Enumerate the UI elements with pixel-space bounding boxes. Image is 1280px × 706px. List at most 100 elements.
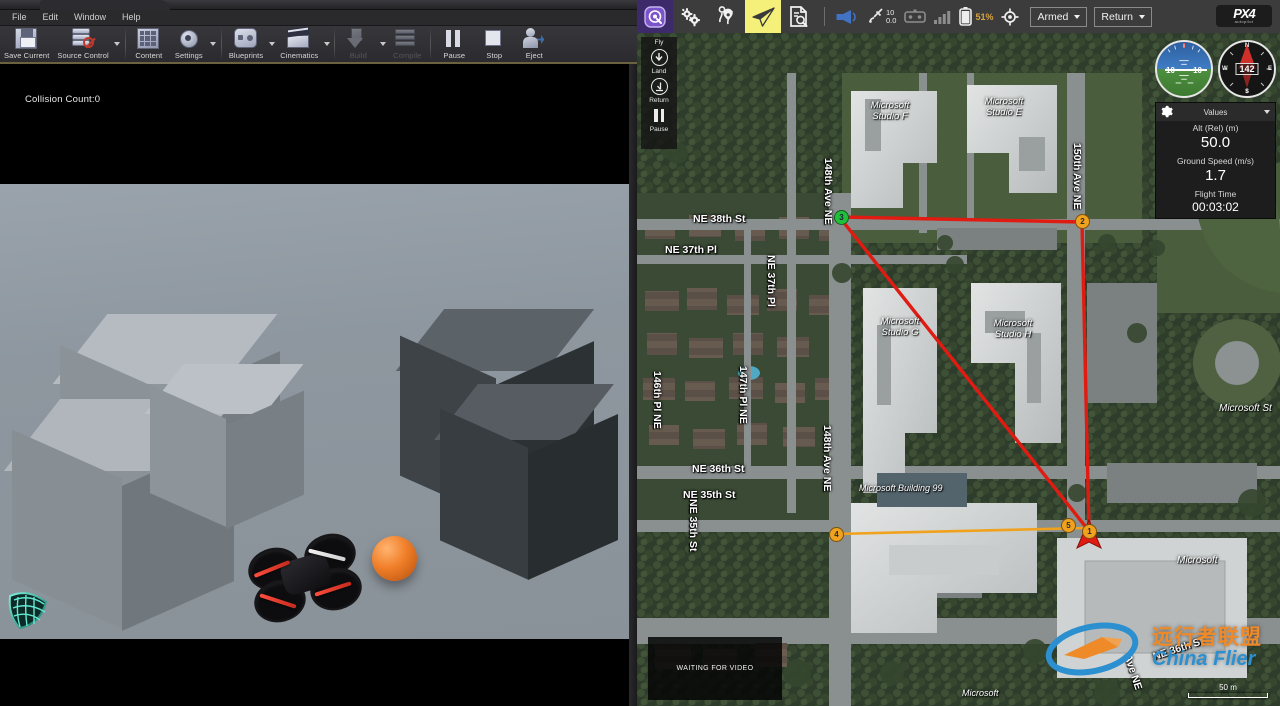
toolbar-divider <box>430 28 432 60</box>
armed-state-value: Armed <box>1037 10 1069 23</box>
gear-icon[interactable] <box>1160 105 1173 118</box>
waypoint-marker-3[interactable]: 3 <box>834 210 849 225</box>
telemetry-signal-icon <box>934 11 951 24</box>
blueprints-chevron-down-icon[interactable] <box>267 26 276 62</box>
compass-heading-indicator[interactable]: 142 N S W E <box>1218 40 1276 98</box>
map-canvas[interactable]: 3 2 4 5 1 NE 38th St NE 37th Pl NE 37th … <box>637 33 1280 706</box>
waypoint-marker-5[interactable]: 5 <box>1061 518 1076 533</box>
toolbar-label: Save Current <box>4 51 50 60</box>
source-control-icon <box>71 28 95 50</box>
menu-help[interactable]: Help <box>114 10 149 25</box>
toolbar-pause[interactable]: Pause <box>434 26 474 62</box>
rc-indicator[interactable] <box>900 0 930 33</box>
poi-text: Microsoft Studio F <box>870 100 910 122</box>
poi-label: Microsoft <box>1177 555 1218 566</box>
scale-ruler <box>1188 693 1268 698</box>
toolbar-compile[interactable]: Compile <box>387 26 427 62</box>
value-number: 50.0 <box>1200 134 1231 151</box>
settings-chevron-down-icon[interactable] <box>209 26 218 62</box>
screenshot-root: File Edit Window Help Save Current Sourc… <box>0 0 1280 706</box>
menu-file[interactable]: File <box>4 10 35 25</box>
telemetry-indicator[interactable] <box>930 0 955 33</box>
toolbar-label: Build <box>349 51 367 60</box>
px4-logo: PX4 autopilot <box>1216 5 1272 27</box>
message-indicator[interactable] <box>832 0 862 33</box>
values-panel-header[interactable]: Values <box>1156 103 1275 121</box>
compass-north-label: N <box>1244 43 1250 49</box>
toolbar-save-current[interactable]: Save Current <box>0 26 53 62</box>
value-number: 1.7 <box>1205 167 1226 184</box>
settings-gears-icon[interactable] <box>673 0 709 33</box>
waypoint-id: 5 <box>1066 521 1071 530</box>
battery-indicator[interactable]: 51% <box>955 0 997 33</box>
unreal-game-viewport[interactable]: Collision Count:0 <box>0 64 637 706</box>
flight-mode-selector[interactable]: Return <box>1094 6 1152 27</box>
px4-logo-primary: PX4 <box>1233 6 1256 21</box>
source-control-chevron-down-icon[interactable] <box>113 26 122 62</box>
toolbar-label: Content <box>135 51 163 60</box>
poi-text: Microsoft Studio H <box>993 318 1033 340</box>
waypoint-marker-1[interactable]: 1 <box>1082 524 1097 539</box>
build-chevron-down-icon[interactable] <box>378 26 387 62</box>
toolbar-label: Pause <box>443 51 466 60</box>
map-scale-bar: 50 m <box>1188 683 1268 698</box>
toolbar-source-control[interactable]: Source Control <box>53 26 112 62</box>
toolbar-label: Source Control <box>57 51 109 60</box>
fly-down-arrow-icon[interactable] <box>649 47 669 67</box>
toolbar-blueprints[interactable]: Blueprints <box>225 26 267 62</box>
video-widget[interactable]: WAITING FOR VIDEO <box>648 637 782 700</box>
qgc-app-menu-icon[interactable] <box>637 0 673 33</box>
poi-text: Microsoft Studio E <box>984 96 1024 118</box>
chevron-down-icon[interactable] <box>1264 110 1270 114</box>
cinematics-chevron-down-icon[interactable] <box>322 26 331 62</box>
poi-text: Microsoft Studio G <box>880 316 920 338</box>
waypoint-marker-2[interactable]: 2 <box>1075 214 1090 229</box>
waypoint-marker-4[interactable]: 4 <box>829 527 844 542</box>
stop-icon <box>482 28 506 50</box>
toolbar-eject[interactable]: Eject <box>514 26 554 62</box>
battery-percent: 51% <box>975 11 994 22</box>
waypoint-id: 4 <box>834 530 839 539</box>
quadrotor-drone <box>243 528 368 628</box>
menu-edit[interactable]: Edit <box>35 10 67 25</box>
analyze-document-icon[interactable] <box>781 0 817 33</box>
toolbar-cinematics[interactable]: Cinematics <box>276 26 322 62</box>
armed-state-selector[interactable]: Armed <box>1030 6 1088 27</box>
toolbar-divider <box>220 28 222 60</box>
battery-icon <box>959 7 973 26</box>
plan-waypoints-icon[interactable] <box>709 0 745 33</box>
build-icon <box>346 28 370 50</box>
settings-gear-icon <box>177 28 201 50</box>
attitude-indicator[interactable]: 10 10 <box>1155 40 1213 98</box>
land-arrow-icon[interactable] <box>649 76 669 96</box>
value-label: Alt (Rel) (m) <box>1192 123 1239 133</box>
heading-value: 142 <box>1235 63 1259 75</box>
value-row-flight-time: Flight Time 00:03:02 <box>1156 187 1275 218</box>
toolbar-content[interactable]: Content <box>129 26 169 62</box>
pause-icon[interactable] <box>649 105 669 125</box>
unreal-editor-window: File Edit Window Help Save Current Sourc… <box>0 0 637 706</box>
toolbar-label: Compile <box>393 51 422 60</box>
return-button-label: Return <box>649 97 669 104</box>
toolbar-divider <box>824 7 825 26</box>
toolbar-divider <box>334 28 336 60</box>
gps-lock-indicator[interactable] <box>997 0 1023 33</box>
poi-label: Microsoft Studio G <box>869 316 931 338</box>
values-panel: Values Alt (Rel) (m) 50.0 Ground Speed (… <box>1155 102 1276 219</box>
compass-south-label: S <box>1244 89 1250 95</box>
unreal-level-tab[interactable] <box>40 0 170 10</box>
poi-label: Microsoft Studio F <box>859 100 921 122</box>
toolbar-build[interactable]: Build <box>338 26 378 62</box>
flight-mode-value: Return <box>1101 10 1133 23</box>
toolbar-label: Settings <box>174 51 203 60</box>
fly-paper-plane-icon[interactable] <box>745 0 781 33</box>
unreal-toolbar: Save Current Source Control Content Sett… <box>0 26 637 64</box>
px4-logo-secondary: autopilot <box>1234 19 1254 24</box>
toolbar-settings[interactable]: Settings <box>169 26 209 62</box>
toolbar-label: Blueprints <box>228 51 264 60</box>
gps-indicator[interactable]: 10 0.0 <box>862 0 900 33</box>
menu-window[interactable]: Window <box>66 10 114 25</box>
toolbar-stop[interactable]: Stop <box>474 26 514 62</box>
gps-satellite-icon <box>869 7 883 23</box>
unreal-menu-bar: File Edit Window Help <box>0 10 637 26</box>
